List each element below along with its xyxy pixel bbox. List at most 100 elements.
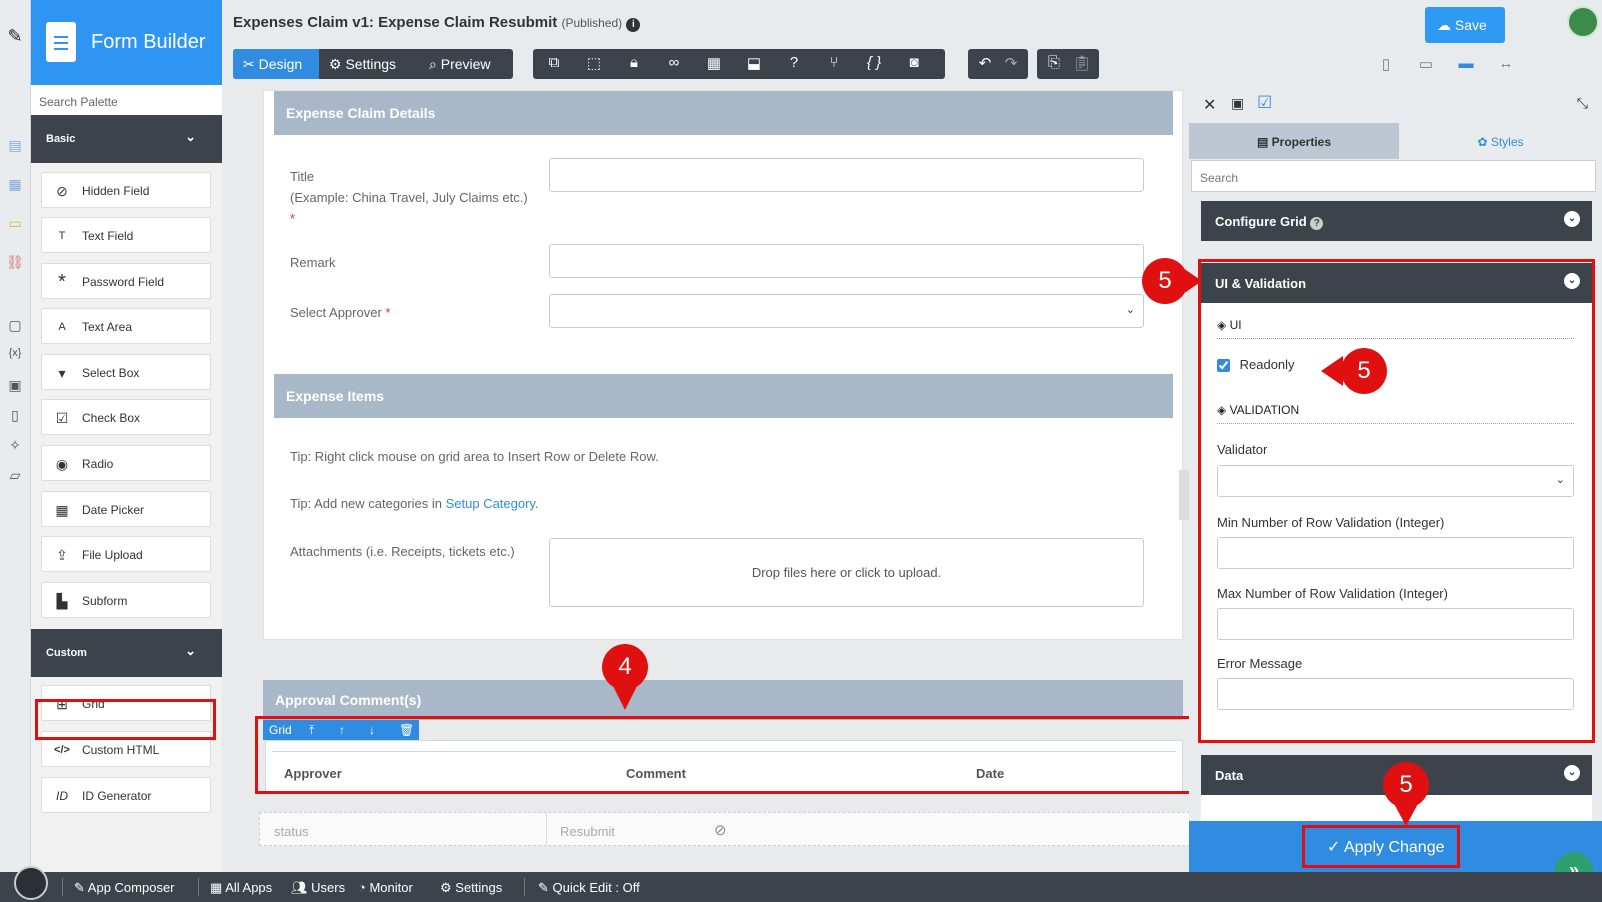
setup-category-link[interactable]: Setup Category bbox=[446, 496, 535, 511]
table-icon[interactable]: ▦ bbox=[703, 54, 725, 74]
design-button[interactable]: ✂ Design bbox=[233, 49, 319, 79]
remark-input[interactable] bbox=[549, 244, 1144, 278]
fullwidth-icon[interactable]: ↔ bbox=[1495, 55, 1517, 73]
palette-search-input[interactable]: Search Palette bbox=[31, 85, 222, 117]
docs-icon[interactable]: ▱ bbox=[6, 467, 24, 483]
footer-monitor[interactable]: ◔ Monitor bbox=[358, 880, 413, 895]
undo-icon[interactable]: ↶ bbox=[974, 54, 996, 74]
avatar[interactable] bbox=[1567, 6, 1599, 38]
apply-change-label: Apply Change bbox=[1343, 839, 1445, 856]
title-field-label: Title (Example: China Travel, July Claim… bbox=[290, 166, 528, 229]
footer-users[interactable]: 👥︎ Users bbox=[291, 880, 345, 896]
palette-check-box[interactable]: ☑ Check Box bbox=[41, 399, 211, 435]
footer-all-apps[interactable]: ▦ All Apps bbox=[210, 880, 272, 896]
lock-icon[interactable]: 🔒︎ bbox=[623, 54, 645, 74]
approver-label: Select Approver bbox=[290, 305, 382, 320]
configure-grid-label: Configure Grid bbox=[1215, 214, 1307, 229]
category-basic[interactable]: Basic ⌄ bbox=[31, 115, 222, 163]
copy-paste-group: ⎘ 📋︎ bbox=[1037, 49, 1099, 79]
help-icon[interactable]: ? bbox=[783, 54, 805, 74]
laptop-icon[interactable]: ▬ bbox=[1455, 55, 1477, 73]
text-area-icon: A bbox=[58, 321, 66, 333]
joget-logo-icon[interactable] bbox=[14, 866, 48, 900]
compress-icon[interactable]: ⤡ bbox=[1577, 95, 1588, 112]
datalist-icon[interactable]: ▦ bbox=[6, 176, 24, 192]
footer-quick-edit[interactable]: ✎ Quick Edit : Off bbox=[538, 880, 640, 896]
category-custom[interactable]: Custom ⌄ bbox=[31, 629, 222, 677]
copy-icon[interactable]: ⎘ bbox=[1043, 54, 1065, 74]
tab-properties[interactable]: ▤ Properties bbox=[1189, 123, 1399, 159]
file-upload-dropzone[interactable]: Drop files here or click to upload. bbox=[549, 538, 1144, 607]
translate-icon[interactable]: ⬓ bbox=[743, 54, 765, 74]
palette-hidden-field[interactable]: ⊘ Hidden Field bbox=[41, 172, 211, 208]
footer-settings[interactable]: ⚙ Settings bbox=[440, 880, 502, 896]
palette-item-label: Check Box bbox=[82, 411, 141, 425]
bulk-edit-icon[interactable]: ⬚ bbox=[583, 54, 605, 74]
branch-icon[interactable]: ⑂ bbox=[823, 54, 845, 74]
footer-separator bbox=[524, 878, 525, 896]
palette-radio[interactable]: ◉ Radio bbox=[41, 445, 211, 481]
status-value: Resubmit bbox=[560, 824, 615, 839]
apply-change-button[interactable]: ✓ Apply Change bbox=[1302, 825, 1460, 868]
paste-icon[interactable]: 📋︎ bbox=[1071, 54, 1093, 74]
palette-item-label: ID Generator bbox=[82, 789, 152, 803]
palette-date-picker[interactable]: ▦ Date Picker bbox=[41, 491, 211, 527]
plugin-icon[interactable]: ✧ bbox=[6, 437, 24, 453]
title-label: Title bbox=[290, 169, 315, 184]
category-custom-label: Custom bbox=[46, 647, 87, 659]
palette-item-label: Custom HTML bbox=[82, 743, 160, 757]
check-square-icon[interactable]: ☑ bbox=[1257, 93, 1272, 113]
form-icon[interactable]: ▤ bbox=[6, 137, 24, 153]
preview-button[interactable]: ⌕ Preview bbox=[419, 49, 513, 79]
accordion-configure-grid[interactable]: Configure Grid ? ⌄ bbox=[1201, 201, 1592, 241]
close-icon[interactable]: ✕ bbox=[1203, 95, 1216, 115]
form-builder-header: Form Builder bbox=[31, 0, 222, 85]
monitor-label: Monitor bbox=[369, 880, 413, 895]
redo-icon[interactable]: ↷ bbox=[1000, 54, 1022, 74]
status-label: status bbox=[274, 824, 309, 839]
note-icon[interactable]: ▢ bbox=[6, 317, 24, 333]
panel-resize-handle[interactable] bbox=[1179, 470, 1189, 520]
file-icon[interactable]: ▯ bbox=[6, 407, 24, 423]
settings-button[interactable]: ⚙ Settings bbox=[319, 49, 419, 79]
window-icon[interactable]: ▣ bbox=[1231, 95, 1244, 112]
palette-select-box[interactable]: ▾ Select Box bbox=[41, 354, 211, 390]
title-input[interactable] bbox=[549, 158, 1144, 192]
resource-icon[interactable]: ▣ bbox=[6, 377, 24, 393]
info-icon[interactable]: i bbox=[626, 18, 641, 32]
tab-styles[interactable]: ✿ Styles bbox=[1399, 123, 1602, 159]
tree-icon[interactable]: ⧉ bbox=[543, 54, 565, 74]
save-button[interactable]: ☁ Save bbox=[1425, 7, 1505, 43]
properties-search-input[interactable]: Search bbox=[1191, 160, 1596, 192]
design-icon: ✂ bbox=[243, 56, 259, 72]
category-basic-label: Basic bbox=[46, 133, 76, 145]
userview-icon[interactable]: ▭ bbox=[6, 215, 24, 231]
palette-password-field[interactable]: * Password Field bbox=[41, 263, 211, 299]
edit-icon[interactable]: ✎ bbox=[6, 26, 24, 46]
binoculars-icon[interactable]: ∞ bbox=[663, 54, 685, 74]
approver-select[interactable]: ⌄ bbox=[549, 294, 1144, 328]
palette-subform[interactable]: ▙ Subform bbox=[41, 582, 211, 618]
palette-file-upload[interactable]: ⇪ File Upload bbox=[41, 536, 211, 572]
id-icon: ID bbox=[56, 789, 68, 803]
json-icon[interactable]: { } bbox=[863, 54, 885, 74]
camera-icon[interactable]: ◙ bbox=[903, 54, 925, 74]
palette-icon: ✿ bbox=[1477, 135, 1491, 149]
palette-text-field[interactable]: T Text Field bbox=[41, 217, 211, 253]
footer-app-composer[interactable]: ✎ App Composer bbox=[74, 880, 175, 896]
palette-id-generator[interactable]: ID ID Generator bbox=[41, 777, 211, 813]
process-icon[interactable]: ⛓ bbox=[6, 254, 24, 270]
phone-icon[interactable]: ▯ bbox=[1375, 55, 1397, 73]
palette-text-area[interactable]: A Text Area bbox=[41, 308, 211, 344]
tip-suffix: . bbox=[534, 496, 539, 511]
subform-icon: ▙ bbox=[56, 593, 68, 609]
variable-icon[interactable]: {x} bbox=[6, 347, 24, 363]
tablet-icon[interactable]: ▭ bbox=[1415, 55, 1437, 73]
section-expense-claim-details[interactable]: Expense Claim Details bbox=[274, 91, 1173, 135]
palette-item-label: Hidden Field bbox=[82, 184, 150, 198]
status-hidden-row[interactable]: status Resubmit ⊘ bbox=[259, 812, 1190, 846]
section-approval-comments[interactable]: Approval Comment(s) bbox=[263, 680, 1183, 720]
undo-redo-group: ↶ ↷ bbox=[968, 49, 1028, 79]
help-icon[interactable]: ? bbox=[1310, 217, 1324, 230]
section-expense-items[interactable]: Expense Items bbox=[274, 374, 1173, 418]
